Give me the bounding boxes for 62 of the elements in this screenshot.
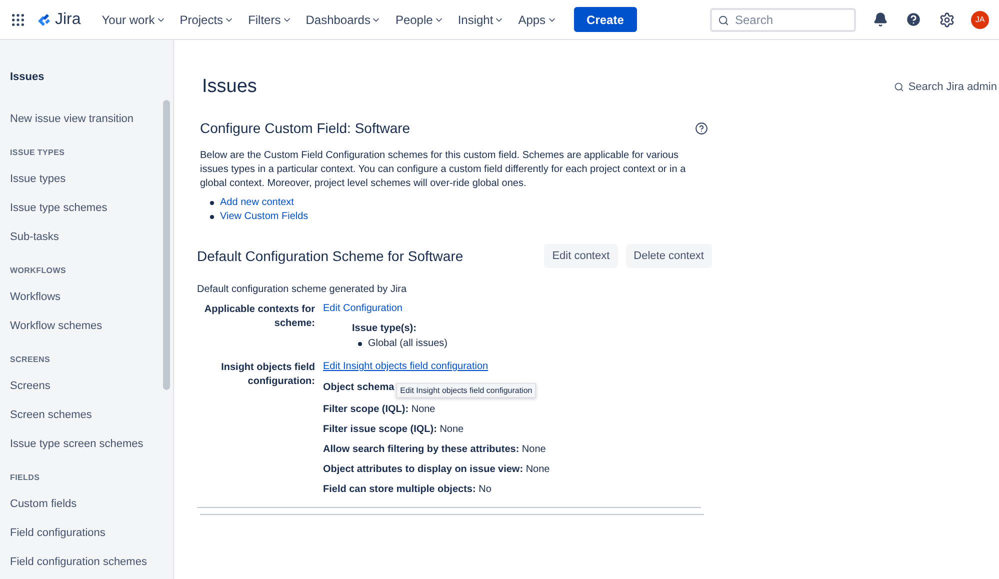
sidebar-section-heading: SCREENS — [10, 355, 52, 365]
notification-bell-icon[interactable] — [873, 12, 888, 27]
bullet-icon — [210, 200, 214, 204]
settings-icon[interactable] — [939, 12, 955, 28]
search-icon — [894, 82, 904, 92]
nav-menu-item[interactable]: Your work — [96, 8, 171, 30]
nav-menu-item[interactable]: Apps — [513, 8, 562, 30]
app-switcher-icon[interactable] — [10, 12, 26, 28]
sidebar-section-heading: WORKFLOWS — [10, 266, 68, 276]
sidebar-item[interactable]: New issue view transition — [10, 113, 173, 142]
action-link[interactable]: Add new context — [220, 197, 294, 208]
field-label: Insight objects field configuration: — [220, 361, 315, 389]
sidebar-item[interactable]: Screen schemes — [10, 409, 173, 438]
action-link[interactable]: View Custom Fields — [220, 211, 308, 222]
sidebar-section-heading: ISSUE TYPES — [10, 148, 66, 158]
sidebar-item[interactable]: Issue types — [10, 173, 173, 202]
scheme-heading: Default Configuration Scheme for Software — [197, 248, 464, 264]
nav-menu-item[interactable]: Insight — [452, 8, 510, 30]
section-heading: Configure Custom Field: Software — [200, 120, 410, 136]
tooltip: Edit Insight objects field configuration — [396, 383, 536, 398]
field-label: Applicable contexts for scheme: — [203, 303, 315, 331]
sidebar-item[interactable]: Issue type screen schemes — [10, 438, 173, 467]
context-button[interactable]: Edit context — [544, 244, 618, 268]
property-text: Filter scope (IQL): None — [323, 404, 436, 415]
bullet-icon — [358, 342, 362, 346]
sidebar-item[interactable]: Sub-tasks — [10, 231, 173, 260]
sidebar-item[interactable]: Issue type schemes — [10, 202, 173, 231]
sidebar-section-heading: FIELDS — [10, 473, 41, 483]
property-text: Field can store multiple objects: No — [323, 484, 492, 495]
bullet-icon — [210, 214, 214, 218]
property-text: Allow search filtering by these attributes: None — [323, 444, 546, 455]
user-avatar[interactable]: JA — [971, 10, 989, 28]
nav-menu-item[interactable]: Filters — [243, 8, 297, 30]
jira-logo-icon — [36, 12, 52, 28]
scrollbar-thumb[interactable] — [163, 100, 170, 390]
page-title: Issues — [202, 76, 257, 98]
nav-menu-item[interactable]: Projects — [174, 8, 240, 30]
nav-menu-item[interactable]: Dashboards — [300, 8, 386, 30]
jira-logo-text: Jira — [55, 10, 81, 28]
description-text: Below are the Custom Field Configuration schemes for this custom field. Schemes are applicable for various issues types in a particular context. You can configure a custom field differently for each project context or in a global context. Moreover, project level schemes will over-ride global ones. — [200, 149, 687, 191]
sidebar-item[interactable]: Screens — [10, 380, 173, 409]
search-field[interactable]: Search — [710, 8, 856, 32]
create-button[interactable]: Create — [574, 7, 637, 32]
sidebar-item[interactable]: Workflow schemes — [10, 320, 173, 349]
edit-configuration-link[interactable]: Edit Configuration — [323, 303, 402, 314]
issue-type-text: Global (all issues) — [368, 338, 448, 349]
scheme-description: Default configuration scheme generated by Jira — [197, 284, 408, 295]
help-icon[interactable] — [695, 122, 708, 134]
search-admin-link[interactable]: Search Jira admin — [894, 81, 997, 93]
sidebar-title: Issues — [10, 71, 46, 83]
property-text: Object schema — [323, 382, 394, 393]
property-text: Object attributes to display on issue view: None — [323, 464, 550, 475]
sidebar-item[interactable]: Custom fields — [10, 498, 173, 527]
sidebar-item[interactable]: Field configuration schemes — [10, 556, 173, 579]
context-button[interactable]: Delete context — [626, 244, 712, 268]
field-label: Issue type(s): — [352, 323, 418, 334]
sidebar-item[interactable]: Field configurations — [10, 527, 173, 556]
sidebar-item[interactable]: Workflows — [10, 291, 173, 320]
property-text: Filter issue scope (IQL): None — [323, 424, 464, 435]
edit-insight-link[interactable]: Edit Insight objects field configuration — [323, 361, 488, 372]
nav-menu-item[interactable]: People — [390, 8, 449, 30]
search-icon — [718, 14, 729, 26]
